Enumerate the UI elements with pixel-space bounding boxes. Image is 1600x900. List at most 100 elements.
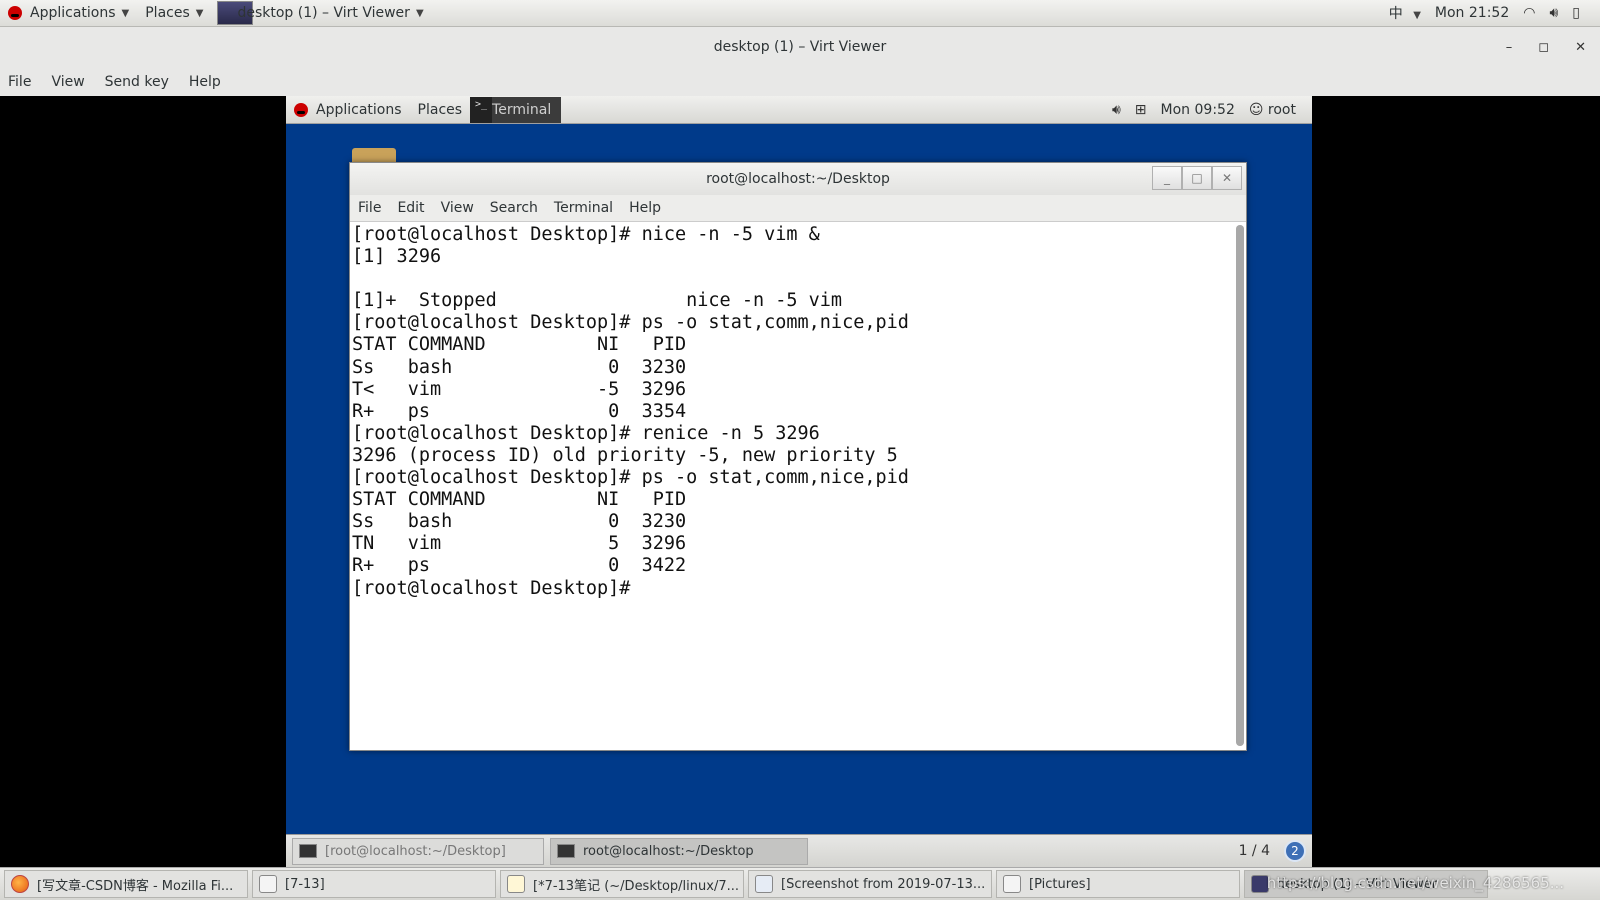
guest-user-menu[interactable]: ☺ root xyxy=(1249,102,1296,118)
terminal-line: TN vim 5 3296 xyxy=(352,533,687,555)
maximize-icon[interactable]: ◻ xyxy=(1538,40,1549,55)
host-task-label: [Screenshot from 2019-07-13... xyxy=(781,876,986,892)
terminal-menu-file[interactable]: File xyxy=(358,200,381,216)
watermark-text: https://blog.csdn.net/weixin_4286565... xyxy=(1266,874,1564,892)
guest-workspace-pager[interactable]: 1 / 4 2 xyxy=(1239,840,1312,862)
terminal-icon xyxy=(557,844,575,858)
volume-icon[interactable]: 🔊︎ xyxy=(1549,5,1558,21)
chevron-down-icon: ▼ xyxy=(1413,10,1421,21)
viewer-window-controls: – ◻ ✕ xyxy=(1506,27,1586,67)
desktop-folder-icon[interactable] xyxy=(352,148,396,162)
image-viewer-icon xyxy=(755,875,773,893)
guest-applications-label: Applications xyxy=(316,101,402,118)
firefox-icon xyxy=(11,875,29,893)
guest-places-label: Places xyxy=(417,101,463,118)
viewer-menu-view[interactable]: View xyxy=(51,74,84,90)
terminal-output[interactable]: [root@localhost Desktop]# nice -n -5 vim… xyxy=(350,222,1234,750)
viewer-menu-send-key[interactable]: Send key xyxy=(105,74,169,90)
guest-applications-menu[interactable]: Applications xyxy=(286,96,410,124)
terminal-menu-view[interactable]: View xyxy=(441,200,474,216)
terminal-line: R+ ps 0 3422 xyxy=(352,555,687,577)
chevron-down-icon: ▼ xyxy=(121,7,130,19)
terminal-line: [1]+ Stopped nice -n -5 vim xyxy=(352,290,843,312)
guest-clock[interactable]: Mon 09:52 xyxy=(1161,102,1235,118)
host-clock[interactable]: Mon 21:52 xyxy=(1435,5,1509,21)
terminal-line: T< vim -5 3296 xyxy=(352,378,687,400)
terminal-menu-help[interactable]: Help xyxy=(629,200,661,216)
host-task-folder[interactable]: [7-13] xyxy=(252,870,496,898)
host-task-editor[interactable]: [*7-13笔记 (~/Desktop/linux/7... xyxy=(500,870,744,898)
scrollbar-thumb[interactable] xyxy=(1236,225,1244,746)
guest-task-label: [root@localhost:~/Desktop] xyxy=(325,843,506,859)
terminal-icon xyxy=(299,844,317,858)
viewer-menu-help[interactable]: Help xyxy=(189,74,221,90)
terminal-line: STAT COMMAND NI PID xyxy=(352,334,687,356)
host-active-window-label: desktop (1) – Virt Viewer xyxy=(237,5,410,21)
host-task-label: [Pictures] xyxy=(1029,876,1091,892)
host-task-screenshot[interactable]: [Screenshot from 2019-07-13... xyxy=(748,870,992,898)
user-icon: ☺ xyxy=(1248,101,1264,118)
host-active-window-menu[interactable]: desktop (1) – Virt Viewer ▼ xyxy=(211,0,431,27)
terminal-line: Ss bash 0 3230 xyxy=(352,511,687,533)
viewer-menu-file[interactable]: File xyxy=(8,74,31,90)
guest-pager-label: 1 / 4 xyxy=(1238,843,1270,859)
terminal-menu-search[interactable]: Search xyxy=(490,200,538,216)
wifi-icon[interactable]: ◠ xyxy=(1523,5,1535,21)
viewer-title: desktop (1) – Virt Viewer xyxy=(713,39,887,55)
redhat-logo-icon xyxy=(294,102,308,117)
notification-badge[interactable]: 2 xyxy=(1284,840,1306,862)
terminal-window-controls: _ □ ✕ xyxy=(1152,166,1242,190)
terminal-prompt-line: [root@localhost Desktop]# xyxy=(352,577,642,599)
volume-icon[interactable]: 🔊︎ xyxy=(1112,102,1121,118)
network-icon[interactable]: ⊞ xyxy=(1135,102,1147,118)
guest-terminal-menu[interactable]: >_ Terminal xyxy=(470,96,562,123)
terminal-line: R+ ps 0 3354 xyxy=(352,400,687,422)
battery-icon[interactable]: ▯ xyxy=(1572,5,1580,21)
host-task-pictures[interactable]: [Pictures] xyxy=(996,870,1240,898)
terminal-line: [root@localhost Desktop]# nice -n -5 vim… xyxy=(352,224,820,245)
guest-places-menu[interactable]: Places xyxy=(410,96,471,124)
terminal-menu-edit[interactable]: Edit xyxy=(397,200,424,216)
terminal-menubar: File Edit View Search Terminal Help xyxy=(350,195,1246,222)
close-icon[interactable]: ✕ xyxy=(1575,40,1586,55)
folder-icon xyxy=(259,875,277,893)
terminal-line: STAT COMMAND NI PID xyxy=(352,489,687,511)
guest-task-terminal-inactive[interactable]: [root@localhost:~/Desktop] xyxy=(292,837,544,865)
terminal-line: [root@localhost Desktop]# renice -n 5 32… xyxy=(352,422,820,444)
terminal-icon: >_ xyxy=(470,96,493,123)
host-task-label: [*7-13笔记 (~/Desktop/linux/7... xyxy=(533,878,739,894)
guest-top-panel: Applications Places >_ Terminal 🔊︎ ⊞ Mon… xyxy=(286,96,1312,124)
input-method-indicator[interactable]: 中 ▼ xyxy=(1389,3,1421,23)
host-applications-menu[interactable]: Applications ▼ xyxy=(0,0,137,27)
host-applications-label: Applications xyxy=(30,5,116,21)
terminal-line: [root@localhost Desktop]# ps -o stat,com… xyxy=(352,467,909,489)
terminal-scrollbar[interactable] xyxy=(1236,225,1244,746)
close-icon[interactable]: ✕ xyxy=(1212,166,1242,190)
minimize-icon[interactable]: – xyxy=(1506,40,1513,55)
terminal-title: root@localhost:~/Desktop xyxy=(706,171,890,187)
terminal-line: Ss bash 0 3230 xyxy=(352,356,687,378)
terminal-line: [1] 3296 xyxy=(352,246,442,268)
terminal-menu-terminal[interactable]: Terminal xyxy=(554,200,613,216)
guest-bottom-panel: [root@localhost:~/Desktop] root@localhos… xyxy=(286,834,1312,867)
guest-user-label: root xyxy=(1267,101,1296,118)
minimize-icon[interactable]: _ xyxy=(1152,166,1182,190)
host-task-firefox[interactable]: [写文章-CSDN博客 - Mozilla Fi... xyxy=(4,870,248,898)
chevron-down-icon: ▼ xyxy=(195,7,204,19)
host-places-menu[interactable]: Places ▼ xyxy=(137,0,211,27)
viewer-titlebar: desktop (1) – Virt Viewer – ◻ ✕ xyxy=(0,27,1600,67)
terminal-window: root@localhost:~/Desktop _ □ ✕ File Edit… xyxy=(349,162,1247,751)
guest-task-terminal-active[interactable]: root@localhost:~/Desktop xyxy=(550,837,808,865)
guest-task-label: root@localhost:~/Desktop xyxy=(583,843,754,859)
terminal-line: 3296 (process ID) old priority -5, new p… xyxy=(352,444,898,466)
chevron-down-icon: ▼ xyxy=(415,7,424,19)
maximize-icon[interactable]: □ xyxy=(1182,166,1212,190)
text-editor-icon xyxy=(507,875,525,893)
host-status-area: 中 ▼ Mon 21:52 ◠ 🔊︎ ▯ xyxy=(1389,3,1600,23)
guest-display[interactable]: Applications Places >_ Terminal 🔊︎ ⊞ Mon… xyxy=(286,96,1312,867)
terminal-titlebar[interactable]: root@localhost:~/Desktop _ □ ✕ xyxy=(350,163,1246,195)
folder-icon xyxy=(1003,875,1021,893)
host-places-label: Places xyxy=(145,5,190,21)
host-top-panel: Applications ▼ Places ▼ desktop (1) – Vi… xyxy=(0,0,1600,27)
